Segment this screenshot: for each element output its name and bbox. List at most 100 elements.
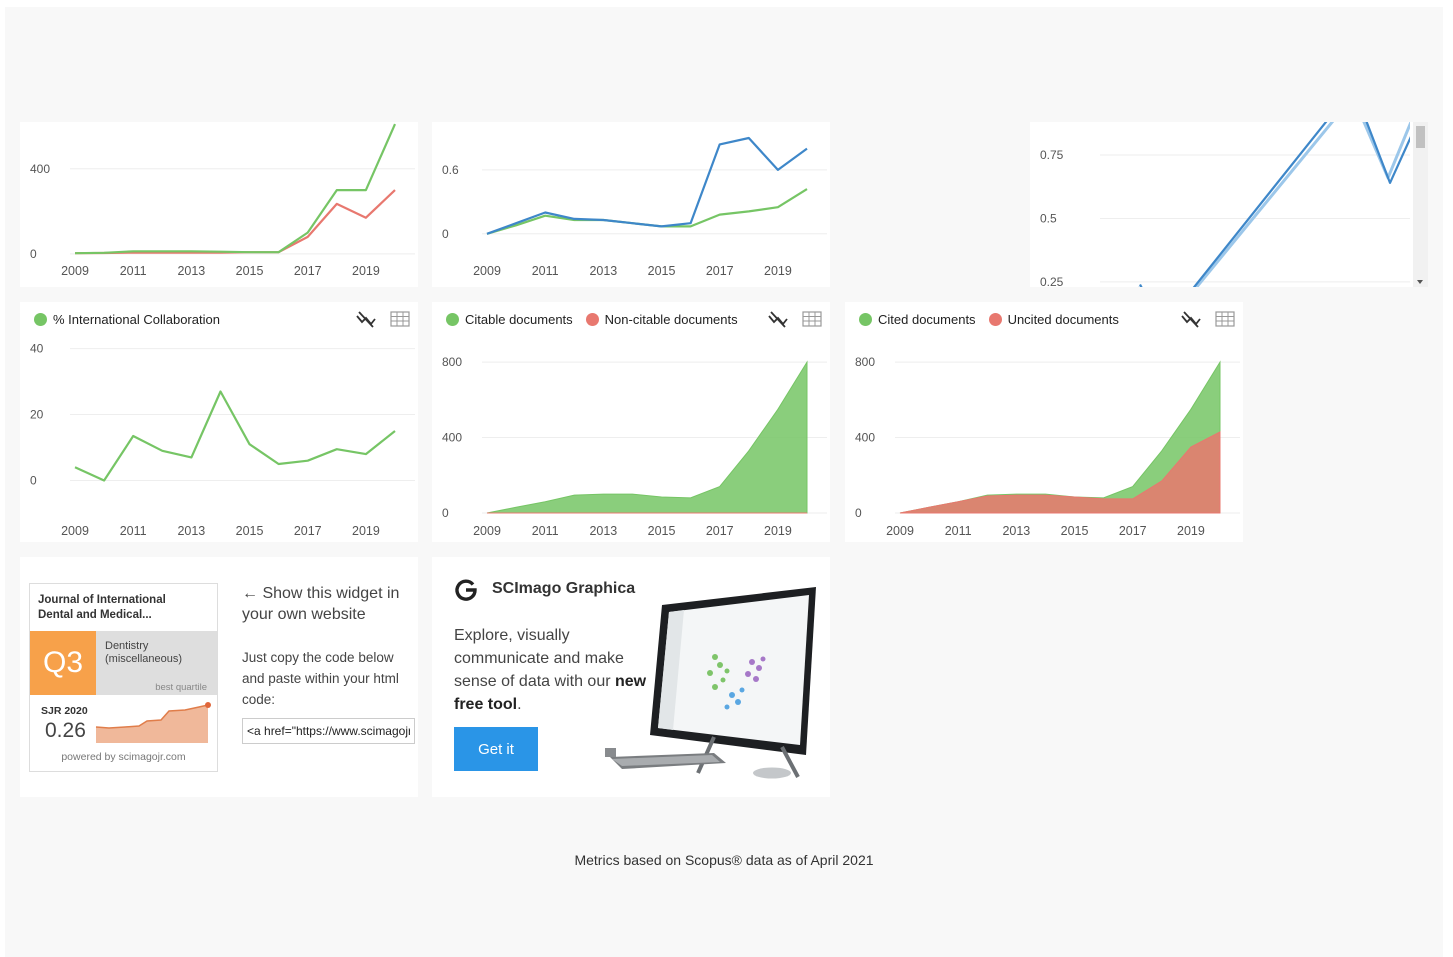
x-tick-label: 2009 [886,524,914,538]
x-tick-label: 2019 [764,264,792,278]
graphica-promo-card: SCImago Graphica Explore, visually commu… [432,557,830,797]
x-tick-label: 2017 [706,524,734,538]
sjr-label: SJR 2020 [41,705,88,717]
get-it-button[interactable]: Get it [454,727,538,771]
documents-line-chart: 400 0 2009 2011 2013 2015 2017 2019 [30,123,415,278]
series-line [486,188,808,235]
footer-note: Metrics based on Scopus® data as of Apri… [574,852,874,868]
y-tick-label: 800 [855,355,875,369]
x-tick-label: 2013 [589,524,617,538]
table-icon[interactable] [390,310,410,328]
category-box: Dentistry (miscellaneous) best quartile [96,631,217,695]
legend-item[interactable]: Non-citable documents [585,312,738,327]
trend-icon[interactable] [768,310,788,328]
y-tick-label: 0.25 [1040,275,1064,287]
widget-copy-instructions: Just copy the code below and paste withi… [242,647,412,710]
x-tick-label: 2009 [61,524,89,538]
g-logo-icon [455,579,477,601]
journal-title-line: Journal of International [38,594,166,606]
x-tick-label: 2011 [945,524,972,538]
sjr-sparkline [95,702,211,743]
x-tick-label: 2011 [532,264,559,278]
y-tick-label: 0.75 [1040,148,1064,162]
embed-code-input[interactable] [242,718,415,744]
widget-instruction-heading: ← Show this widget in your own website [242,583,399,625]
widget-journal-title: Journal of International Dental and Medi… [38,593,166,623]
y-tick-label: 0 [442,227,449,241]
x-tick-label: 2011 [120,264,147,278]
series-line [74,123,397,255]
y-tick-label: 0 [855,506,862,520]
x-tick-label: 2013 [177,524,205,538]
y-tick-label: 20 [30,408,44,422]
x-tick-label: 2011 [120,524,147,538]
y-tick-label: 0 [30,247,37,261]
x-tick-label: 2015 [648,524,676,538]
table-icon[interactable] [802,310,822,328]
x-tick-label: 2017 [294,524,322,538]
scroll-down-icon[interactable] [1417,280,1423,284]
chart-scrollbar[interactable] [1413,122,1428,287]
best-quartile-label: best quartile [155,682,207,693]
x-tick-label: 2009 [473,524,501,538]
x-tick-label: 2015 [648,264,676,278]
trend-icon[interactable] [1181,310,1201,328]
y-tick-label: 400 [855,431,875,445]
x-tick-label: 2009 [61,264,89,278]
international-collaboration-line-chart: 40 20 0 2009 2011 2013 2015 2017 2019 [30,342,415,538]
category-name: Dentistry (miscellaneous) [105,640,182,666]
chart-tools [356,310,410,328]
x-tick-label: 2015 [236,264,264,278]
y-tick-label: 0 [30,474,37,488]
cited-documents-area-chart: 800 400 0 2009 2011 2013 2015 2017 2019 [855,355,1240,538]
widget-card: Journal of International Dental and Medi… [20,557,418,797]
x-tick-label: 2015 [1061,524,1089,538]
page-frame: 400 0 2009 2011 2013 2015 2017 2019 0.6 0 2009 201… [5,7,1443,957]
x-tick-label: 2013 [589,264,617,278]
chart-card-cited-documents: Cited documents Uncited documents 800 400… [845,302,1243,542]
legend-item[interactable]: Uncited documents [988,312,1119,327]
x-tick-label: 2009 [473,264,501,278]
series-line [74,390,396,482]
x-tick-label: 2019 [1177,524,1205,538]
x-tick-label: 2013 [177,264,205,278]
table-icon[interactable] [1215,310,1235,328]
scrolled-line-chart: 0.75 0.5 0.25 [1040,122,1415,287]
chart-tools [768,310,822,328]
trend-icon[interactable] [356,310,376,328]
category-line: (miscellaneous) [105,653,183,665]
y-tick-label: 0.6 [442,163,459,177]
chart-card-scrollable: 0.75 0.5 0.25 [1030,122,1428,287]
ratio-line-chart: 0.6 0 2009 2011 2013 2015 2017 2019 [442,136,827,278]
legend-dot [446,313,459,326]
description-line: . [517,696,522,713]
computer-illustration [605,587,816,779]
citable-documents-area-chart: 800 400 0 2009 2011 2013 2015 2017 2019 [442,355,827,538]
legend-item[interactable]: Cited documents [859,312,976,327]
scrollbar-thumb[interactable] [1416,126,1425,148]
sjr-widget-preview[interactable]: Journal of International Dental and Medi… [29,583,218,772]
series-line [1138,122,1413,287]
legend-item[interactable]: % International Collaboration [34,312,220,327]
series-line [1139,122,1415,287]
x-tick-label: 2017 [1119,524,1147,538]
description-emphasis: free tool [454,696,518,713]
chart-card-documents-top: 400 0 2009 2011 2013 2015 2017 2019 [20,122,418,287]
y-tick-label: 400 [442,431,462,445]
series-line [74,189,396,255]
x-tick-label: 2017 [294,264,322,278]
chart-tools [1181,310,1235,328]
chart-card-international-collaboration: % International Collaboration 40 20 0 2009 2… [20,302,418,542]
instruction-line: your own website [242,606,366,623]
instruction-line: Just copy the code below [242,650,394,665]
y-tick-label: 0.5 [1040,211,1057,225]
category-line: Dentistry [105,640,149,652]
chart-legend: Cited documents Uncited documents [859,312,1132,327]
legend-item[interactable]: Citable documents [446,312,573,327]
sjr-value: 0.26 [45,719,86,742]
instruction-line: ← Show this widget in [242,585,400,602]
legend-dot [585,313,599,326]
chart-card-citable-documents: Citable documents Non-citable documents … [432,302,830,542]
legend-dot [859,313,872,326]
y-tick-label: 0 [442,506,449,520]
